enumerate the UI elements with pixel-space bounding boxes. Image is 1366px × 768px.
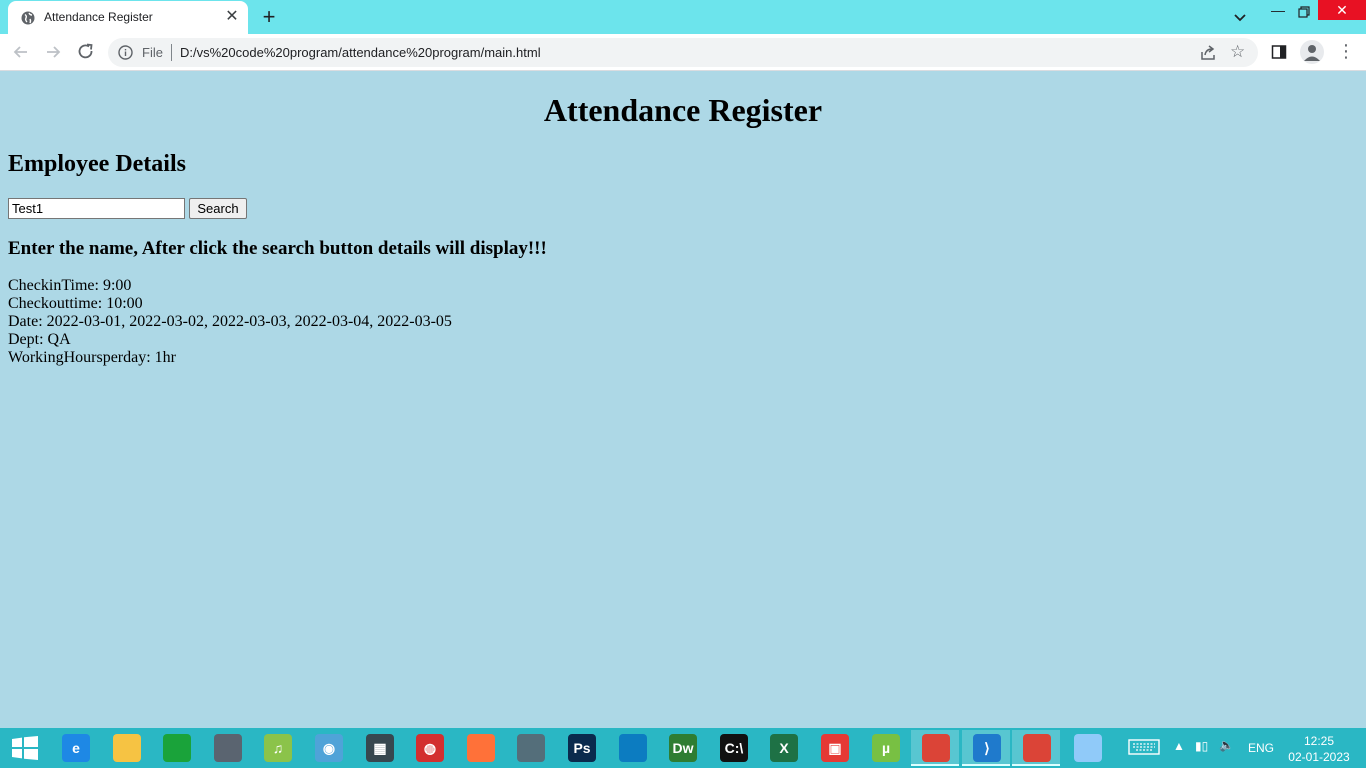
taskbar-item[interactable] (1063, 730, 1111, 766)
file-explorer-icon (113, 734, 141, 762)
taskbar-item[interactable]: Dw (658, 730, 706, 766)
info-icon[interactable] (118, 45, 133, 60)
taskbar-item[interactable] (1012, 730, 1060, 766)
scheme-label: File (142, 45, 163, 60)
divider (171, 44, 172, 61)
excel-icon: X (770, 734, 798, 762)
minimize-icon[interactable]: — (1268, 0, 1288, 22)
keyboard-icon[interactable] (1128, 737, 1162, 757)
employee-details: CheckinTime: 9:00 Checkouttime: 10:00 Da… (8, 277, 452, 367)
checkin-time: CheckinTime: 9:00 (8, 277, 132, 294)
firefox-icon (467, 734, 495, 762)
audio-recorder-icon: ◍ (416, 734, 444, 762)
internet-explorer-icon: e (62, 734, 90, 762)
edge-icon (619, 734, 647, 762)
taskbar-item[interactable] (608, 730, 656, 766)
employee-name-input[interactable] (8, 198, 185, 219)
globe-icon (21, 11, 35, 25)
tab-title: Attendance Register (44, 10, 153, 24)
taskbar-item[interactable]: e (51, 730, 99, 766)
chrome-icon (922, 734, 950, 762)
search-button[interactable]: Search (189, 198, 247, 219)
checkout-time: Checkouttime: 10:00 (8, 295, 143, 312)
taskbar-item[interactable]: µ (861, 730, 909, 766)
more-menu-icon[interactable]: ⋮ (1337, 42, 1355, 62)
clock-time: 12:25 (1303, 734, 1335, 748)
page-title: Attendance Register (543, 92, 823, 128)
instruction-text: Enter the name, After click the search b… (8, 238, 547, 259)
web-page: Attendance Register Employee Details Sea… (0, 71, 1366, 728)
browser-toolbar: File D:/vs%20code%20program/attendance%2… (0, 34, 1366, 71)
taskbar-item[interactable] (152, 730, 200, 766)
reload-icon[interactable] (76, 42, 96, 62)
taskbar-item[interactable]: C:\ (709, 730, 757, 766)
back-arrow-icon[interactable] (11, 42, 31, 62)
taskbar-item[interactable] (911, 730, 959, 766)
dreamweaver-icon: Dw (669, 734, 697, 762)
section-heading: Employee Details (8, 151, 186, 177)
url-text[interactable]: D:/vs%20code%20program/attendance%20prog… (180, 45, 541, 60)
share-icon[interactable] (1199, 44, 1217, 62)
system-clock[interactable]: 12:25 02-01-2023 (1284, 733, 1354, 765)
utorrent-icon: µ (872, 734, 900, 762)
taskbar-item[interactable]: Ps (557, 730, 605, 766)
browser-tab-strip: Attendance Register ✕ + — ✕ (0, 0, 1366, 34)
taskbar-item[interactable]: ▣ (810, 730, 858, 766)
address-bar[interactable]: File D:/vs%20code%20program/attendance%2… (108, 38, 1258, 67)
side-panel-icon[interactable] (1271, 44, 1287, 60)
profile-avatar-icon[interactable] (1300, 40, 1324, 64)
taskbar-item[interactable]: ▦ (355, 730, 403, 766)
bookmark-star-icon[interactable]: ☆ (1230, 43, 1245, 61)
show-hidden-icons-icon[interactable]: ▲ (1173, 739, 1185, 768)
vscode-icon: ⟩ (973, 734, 1001, 762)
browser-tab[interactable]: Attendance Register ✕ (8, 1, 248, 34)
taskbar-item[interactable]: ◉ (304, 730, 352, 766)
network-icon[interactable]: ▮▯ (1195, 739, 1211, 768)
restore-icon[interactable] (1294, 2, 1314, 22)
working-hours: WorkingHoursperday: 1hr (8, 349, 177, 366)
store-icon (163, 734, 191, 762)
windows-start-icon[interactable] (12, 736, 38, 760)
close-tab-icon[interactable]: ✕ (224, 9, 240, 25)
close-icon: ✕ (1336, 2, 1348, 18)
taskbar-item[interactable] (102, 730, 150, 766)
taskbar-item[interactable]: ⟩ (962, 730, 1010, 766)
windows-taskbar: e ♫ ◉ ▦ ◍ Ps Dw C:\ X ▣ µ ⟩ ▲ ▮▯ 🔈 ENG 12:25 02-01-… (0, 728, 1366, 768)
taskbar-item[interactable]: ◍ (405, 730, 453, 766)
taskbar-item[interactable]: ♫ (253, 730, 301, 766)
chevron-down-icon[interactable] (1231, 8, 1249, 26)
department: Dept: QA (8, 331, 71, 348)
attendance-dates: Date: 2022-03-01, 2022-03-02, 2022-03-03… (8, 313, 452, 330)
music-player-icon: ♫ (264, 734, 292, 762)
volume-icon[interactable]: 🔈 (1219, 738, 1237, 768)
taskbar-item[interactable] (456, 730, 504, 766)
chrome-active-icon (1023, 734, 1051, 762)
notepad-icon (1074, 734, 1102, 762)
taskbar-item[interactable]: X (759, 730, 807, 766)
dvd-player-icon: ◉ (315, 734, 343, 762)
command-prompt-icon: C:\ (720, 734, 748, 762)
close-window-button[interactable]: ✕ (1318, 0, 1366, 20)
control-panel-icon (214, 734, 242, 762)
forward-arrow-icon[interactable] (43, 42, 63, 62)
language-indicator[interactable]: ENG (1248, 741, 1276, 768)
photoshop-icon: Ps (568, 734, 596, 762)
clock-date: 02-01-2023 (1288, 750, 1350, 764)
media-player-icon: ▦ (366, 734, 394, 762)
taskbar-item[interactable] (203, 730, 251, 766)
taskbar-item[interactable] (506, 730, 554, 766)
remote-desktop-icon: ▣ (821, 734, 849, 762)
laptop-app-icon (517, 734, 545, 762)
new-tab-button[interactable]: + (259, 6, 279, 28)
